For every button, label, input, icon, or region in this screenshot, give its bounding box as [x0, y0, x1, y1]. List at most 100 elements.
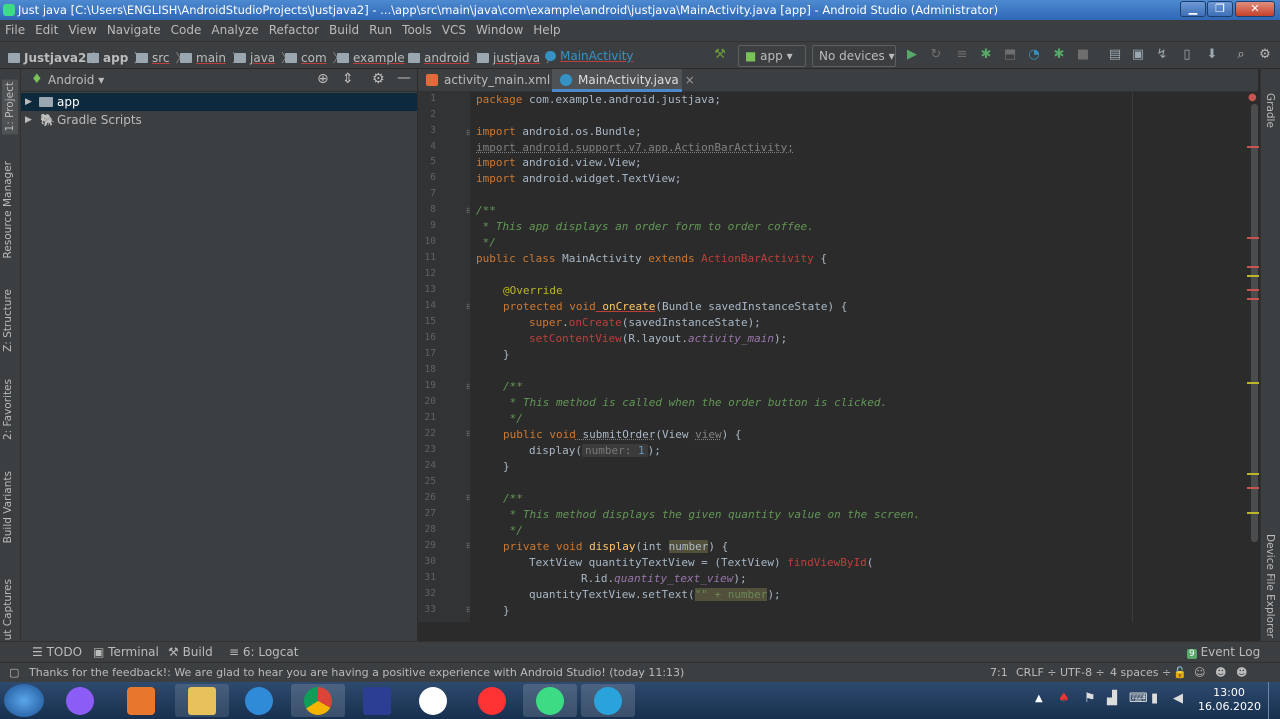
status-message[interactable]: Thanks for the feedback!: We are glad to…: [29, 663, 684, 682]
settings-icon[interactable]: ⚙: [1258, 48, 1272, 62]
error-stripe[interactable]: [1247, 266, 1259, 268]
error-stripe[interactable]: [1247, 237, 1259, 239]
code-editor[interactable]: package com.example.android.justjava; im…: [470, 92, 1250, 622]
tray-keyboard-icon[interactable]: ⌨: [1129, 691, 1148, 706]
tree-item-gradle-scripts[interactable]: ▶ 🐘 Gradle Scripts: [21, 111, 417, 129]
device-select[interactable]: No devices ▾: [812, 45, 896, 67]
search-icon[interactable]: ⌕: [1234, 48, 1248, 62]
error-stripe[interactable]: [1247, 146, 1259, 148]
menu-analyze[interactable]: Analyze: [206, 20, 263, 41]
menu-build[interactable]: Build: [324, 20, 364, 41]
editor-scrollbar[interactable]: [1250, 92, 1260, 622]
tray-network-icon[interactable]: ▟: [1107, 691, 1117, 706]
tray-battery-icon[interactable]: ▮: [1151, 691, 1158, 706]
apply-changes-icon[interactable]: ↻: [929, 48, 943, 62]
sync-gradle-icon[interactable]: ↯: [1155, 48, 1169, 62]
gear-icon[interactable]: ⚙: [372, 71, 385, 87]
tab-device-file-explorer[interactable]: Device File Explorer: [1264, 534, 1276, 638]
warning-stripe[interactable]: [1247, 275, 1259, 277]
attach-debugger-icon[interactable]: ⬒: [1003, 48, 1017, 62]
menu-navigate[interactable]: Navigate: [102, 20, 166, 41]
project-structure-icon[interactable]: ▤: [1108, 48, 1122, 62]
warning-stripe[interactable]: [1247, 512, 1259, 514]
taskbar-chrome[interactable]: [291, 684, 345, 717]
taskbar-alice[interactable]: [53, 684, 107, 717]
tab-favorites[interactable]: 2: Favorites: [2, 379, 14, 440]
hammer-icon[interactable]: ⚒: [713, 48, 727, 62]
menu-view[interactable]: View: [63, 20, 101, 41]
breadcrumb-mainactivity[interactable]: MainActivity: [545, 49, 634, 63]
menu-vcs[interactable]: VCS: [437, 20, 471, 41]
layout-inspector-icon[interactable]: ▣: [1131, 48, 1145, 62]
tree-item-app[interactable]: ▶ app: [21, 93, 417, 111]
warning-stripe[interactable]: [1247, 473, 1259, 475]
avd-manager-icon[interactable]: ▯: [1180, 48, 1194, 62]
run-icon[interactable]: ▶: [905, 48, 919, 62]
coverage-icon[interactable]: ✱: [1052, 48, 1066, 62]
menu-run[interactable]: Run: [364, 20, 397, 41]
breadcrumb-com[interactable]: com〉: [285, 49, 345, 66]
tab-activity-main-xml[interactable]: activity_main.xml×: [418, 69, 566, 92]
tray-expand-icon[interactable]: ▲: [1035, 693, 1043, 704]
memory-icon[interactable]: ☻: [1236, 663, 1247, 682]
warning-stripe[interactable]: [1247, 382, 1259, 384]
show-desktop-button[interactable]: [1268, 682, 1280, 719]
tray-volume-icon[interactable]: ◀: [1173, 691, 1183, 706]
taskbar-telegram[interactable]: [581, 684, 635, 717]
minimize-button[interactable]: ▁: [1180, 1, 1206, 17]
tab-mainactivity-java[interactable]: MainActivity.java ×: [552, 69, 695, 92]
taskbar-explorer[interactable]: [175, 684, 229, 717]
start-button[interactable]: [4, 684, 44, 717]
stop-icon[interactable]: ■: [1076, 48, 1090, 62]
tab-structure[interactable]: Z: Structure: [2, 289, 14, 352]
tool-build[interactable]: ⚒ Build: [168, 642, 213, 663]
tab-gradle[interactable]: Gradle: [1264, 93, 1276, 128]
error-stripe[interactable]: [1247, 298, 1259, 300]
error-indicator-icon[interactable]: ●: [1248, 92, 1257, 103]
project-view-select[interactable]: Android ▾: [48, 73, 104, 87]
taskbar-yandex[interactable]: [465, 684, 519, 717]
tray-clock[interactable]: 13:00 16.06.2020: [1198, 686, 1261, 714]
indent-setting[interactable]: 4 spaces ÷: [1110, 663, 1171, 682]
file-encoding[interactable]: UTF-8 ÷: [1060, 663, 1105, 682]
feedback-icon[interactable]: ☺: [1194, 663, 1205, 682]
scroll-thumb[interactable]: [1251, 104, 1258, 542]
error-stripe[interactable]: [1247, 487, 1259, 489]
taskbar-yandex-browser[interactable]: [406, 684, 460, 717]
hide-icon[interactable]: —: [397, 70, 411, 86]
tray-flag-icon[interactable]: ⚑: [1084, 691, 1096, 706]
taskbar-media[interactable]: [114, 684, 168, 717]
inspection-icon[interactable]: ☻: [1215, 663, 1226, 682]
menu-file[interactable]: File: [0, 20, 30, 41]
caret-position[interactable]: 7:1: [990, 663, 1008, 682]
profile-icon[interactable]: ◔: [1027, 48, 1041, 62]
menu-code[interactable]: Code: [166, 20, 207, 41]
toggle-tool-windows-icon[interactable]: ▢: [9, 663, 19, 682]
taskbar-android-studio[interactable]: [523, 684, 577, 717]
line-separator[interactable]: CRLF ÷: [1016, 663, 1057, 682]
error-stripe[interactable]: [1247, 289, 1259, 291]
close-button[interactable]: ✕: [1235, 1, 1275, 17]
lock-icon[interactable]: 🔓: [1173, 663, 1187, 682]
maximize-button[interactable]: ❐: [1207, 1, 1233, 17]
tool-todo[interactable]: ☰ TODO: [32, 642, 82, 663]
menu-refactor[interactable]: Refactor: [264, 20, 324, 41]
debug-icon[interactable]: ✱: [979, 48, 993, 62]
menu-tools[interactable]: Tools: [397, 20, 437, 41]
taskbar-save-app[interactable]: [350, 684, 404, 717]
menu-edit[interactable]: Edit: [30, 20, 63, 41]
breadcrumb-android[interactable]: android〉: [408, 49, 488, 66]
sdk-manager-icon[interactable]: ⬇: [1205, 48, 1219, 62]
run-config-select[interactable]: ■ app ▾: [738, 45, 806, 67]
tool-terminal[interactable]: ▣ Terminal: [93, 642, 159, 663]
apply-code-icon[interactable]: ≡: [955, 48, 969, 62]
collapse-icon[interactable]: ⇕: [342, 71, 354, 87]
taskbar-ie[interactable]: [232, 684, 286, 717]
tab-project[interactable]: 1: Project: [2, 79, 18, 135]
close-tab-icon[interactable]: ×: [685, 73, 695, 87]
tool-logcat[interactable]: ≡ 6: Logcat: [229, 642, 298, 663]
locate-icon[interactable]: ⊕: [317, 71, 329, 87]
tab-build-variants[interactable]: Build Variants: [2, 471, 14, 543]
tray-app-icon[interactable]: ♠: [1058, 691, 1070, 706]
menu-help[interactable]: Help: [528, 20, 565, 41]
